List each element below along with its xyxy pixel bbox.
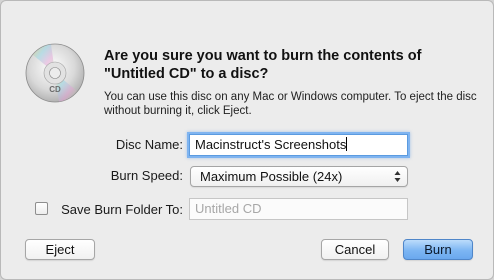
- cd-icon-label: CD: [49, 85, 61, 94]
- burn-disc-dialog: CD Are you sure you want to burn the con…: [0, 0, 494, 280]
- save-burn-folder-label[interactable]: Save Burn Folder To:: [53, 202, 183, 218]
- burn-speed-value: Maximum Possible (24x): [200, 169, 343, 184]
- cd-disc-icon: CD: [25, 43, 85, 103]
- burn-speed-label: Burn Speed:: [110, 168, 183, 183]
- save-burn-folder-checkbox[interactable]: [35, 202, 48, 215]
- dialog-info-text: You can use this disc on any Mac or Wind…: [104, 91, 477, 117]
- burn-speed-popup[interactable]: Maximum Possible (24x): [190, 166, 408, 187]
- burn-button[interactable]: Burn: [403, 239, 473, 260]
- dialog-title: Are you sure you want to burn the conten…: [104, 48, 422, 82]
- text-caret: [346, 137, 348, 151]
- eject-button[interactable]: Eject: [25, 239, 95, 260]
- save-folder-field: Untitled CD: [189, 198, 408, 220]
- cancel-button[interactable]: Cancel: [321, 239, 389, 260]
- disc-name-label: Disc Name:: [115, 137, 183, 152]
- disc-name-value: Macinstruct's Screenshots: [195, 137, 347, 152]
- disc-name-field[interactable]: Macinstruct's Screenshots: [189, 134, 408, 156]
- up-down-arrows-icon: [394, 171, 401, 182]
